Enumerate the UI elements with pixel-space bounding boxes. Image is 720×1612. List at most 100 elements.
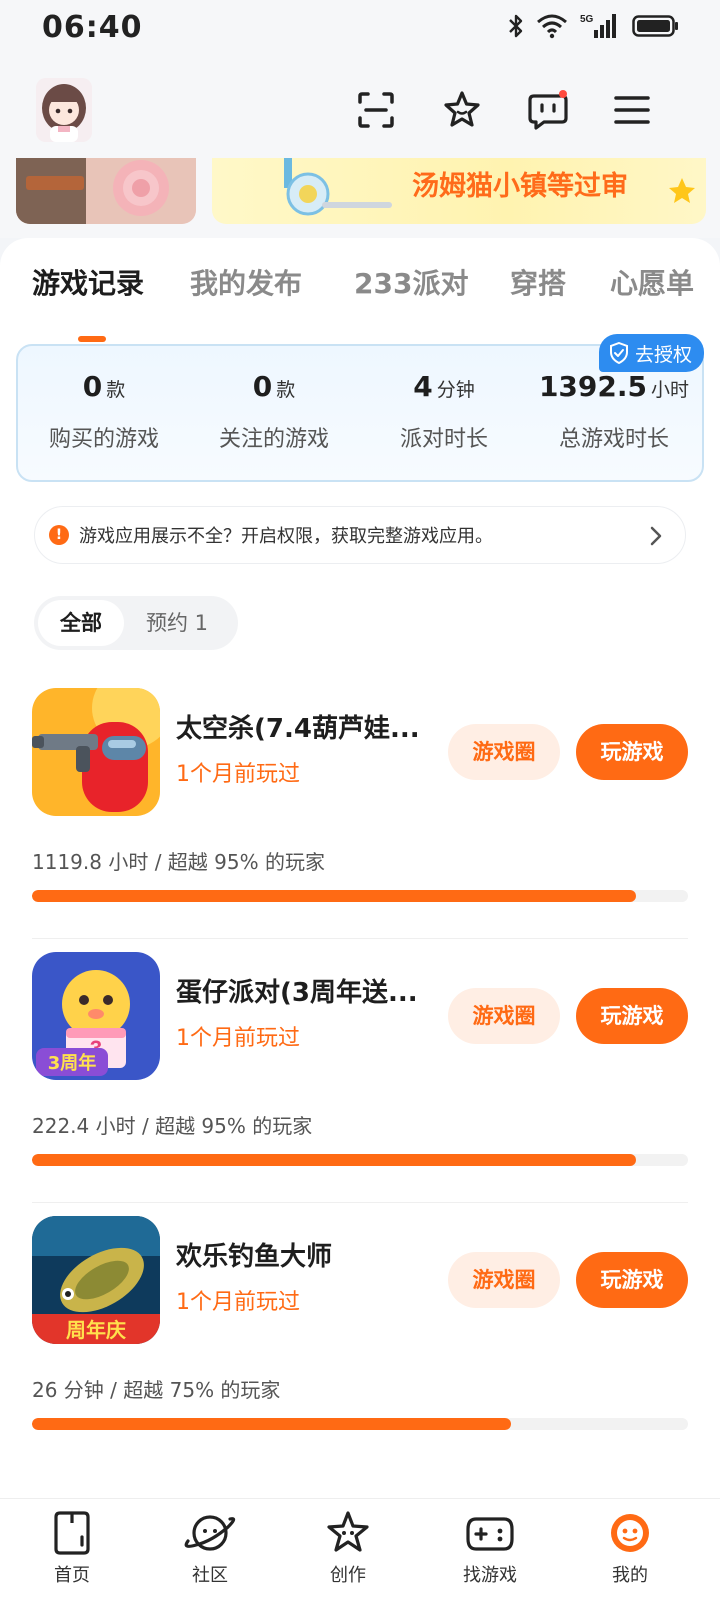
nav-home[interactable]: 首页 <box>22 1509 122 1587</box>
game-icon-fishing-master[interactable]: 周年庆 <box>32 1216 160 1344</box>
tab-outfits[interactable]: 穿搭 <box>510 262 566 302</box>
stat-unit: 款 <box>276 379 296 401</box>
stat-label: 总游戏时长 <box>558 427 669 452</box>
divider <box>32 938 688 939</box>
stat-party-duration[interactable]: 4 分钟 派对时长 <box>358 370 530 453</box>
top-bar <box>0 58 720 158</box>
game-item: 周年庆 欢乐钓鱼大师 1个月前玩过 游戏圈 玩游戏 26 分钟 / 超越 75%… <box>0 1216 720 1480</box>
play-progress-fill <box>32 1154 636 1166</box>
chevron-right-icon <box>650 526 662 546</box>
nav-label: 创作 <box>330 1565 366 1586</box>
stat-unit: 分钟 <box>436 379 475 401</box>
game-circle-button[interactable]: 游戏圈 <box>448 1252 560 1308</box>
stats-panel: 去授权 0款 购买的游戏 0款 关注的游戏 4 分钟 派对时长 1392.5 小时 … <box>16 334 704 482</box>
play-game-button[interactable]: 玩游戏 <box>576 988 688 1044</box>
tab-wishlist[interactable]: 心愿单 <box>610 262 694 302</box>
game-item: 太空杀(7.4葫芦娃... 1个月前玩过 游戏圈 玩游戏 1119.8 小时 /… <box>0 688 720 952</box>
filter-all[interactable]: 全部 <box>38 600 124 646</box>
nav-label: 找游戏 <box>463 1565 517 1586</box>
play-progress-track <box>32 1418 688 1430</box>
star-create-icon <box>327 1511 369 1552</box>
game-circle-button[interactable]: 游戏圈 <box>448 724 560 780</box>
stat-purchased-games[interactable]: 0款 购买的游戏 <box>18 370 190 453</box>
battery-icon <box>632 15 678 37</box>
nav-mine[interactable]: 我的 <box>580 1509 680 1587</box>
game-icon-space-kill[interactable] <box>32 688 160 816</box>
stat-value: 1392.5 <box>538 370 648 403</box>
permission-notice[interactable]: ! 游戏应用展示不全？开启权限，获取完整游戏应用。 <box>34 506 686 564</box>
stat-total-play-time[interactable]: 1392.5 小时 总游戏时长 <box>528 370 700 453</box>
game-last-played: 1个月前玩过 <box>176 1026 300 1051</box>
nav-community[interactable]: 社区 <box>160 1509 260 1587</box>
banner-left-image[interactable] <box>16 158 196 224</box>
record-filter: 全部 预约 1 <box>34 596 238 650</box>
play-progress-track <box>32 890 688 902</box>
stat-label: 派对时长 <box>399 427 488 452</box>
play-game-button[interactable]: 玩游戏 <box>576 724 688 780</box>
authorize-badge[interactable]: 去授权 <box>598 334 704 372</box>
stat-value: 4 <box>413 370 433 403</box>
planet-icon <box>184 1515 236 1551</box>
tab-my-posts[interactable]: 我的发布 <box>190 262 302 302</box>
active-tab-indicator <box>78 336 106 342</box>
avatar[interactable] <box>36 78 92 142</box>
stat-followed-games[interactable]: 0款 关注的游戏 <box>188 370 360 453</box>
home-icon <box>54 1511 90 1555</box>
authorize-label: 去授权 <box>634 343 692 366</box>
nav-label: 社区 <box>192 1565 228 1586</box>
main-content: 游戏记录 我的发布 233派对 穿搭 心愿单 去授权 0款 购买的游戏 0款 关… <box>0 238 720 1498</box>
game-circle-button[interactable]: 游戏圈 <box>448 988 560 1044</box>
svg-text:周年庆: 周年庆 <box>66 1318 126 1342</box>
game-title[interactable]: 蛋仔派对(3周年送... <box>176 972 418 1009</box>
game-title[interactable]: 太空杀(7.4葫芦娃... <box>176 708 420 745</box>
bottom-navigation: 首页 社区 创作 找游戏 我的 <box>0 1498 720 1612</box>
tab-game-records[interactable]: 游戏记录 <box>32 262 144 302</box>
shield-check-icon <box>609 342 628 364</box>
filter-reserved[interactable]: 预约 1 <box>146 596 208 650</box>
play-game-button[interactable]: 玩游戏 <box>576 1252 688 1308</box>
unread-dot <box>559 90 567 98</box>
play-progress-fill <box>32 890 636 902</box>
game-last-played: 1个月前玩过 <box>176 762 300 787</box>
stat-label: 购买的游戏 <box>48 427 159 452</box>
game-title[interactable]: 欢乐钓鱼大师 <box>176 1236 332 1273</box>
banner-right-ad[interactable]: 汤姆猫小镇等过审 <box>212 158 706 224</box>
tab-233-party[interactable]: 233派对 <box>354 262 468 302</box>
game-play-stat: 1119.8 小时 / 超越 95% 的玩家 <box>32 850 325 874</box>
play-progress-track <box>32 1154 688 1166</box>
wifi-icon <box>537 14 567 39</box>
play-progress-fill <box>32 1418 511 1430</box>
game-item: 3 3周年 蛋仔派对(3周年送... 1个月前玩过 游戏圈 玩游戏 222.4 … <box>0 952 720 1216</box>
message-icon[interactable] <box>526 88 570 132</box>
stat-value: 0 <box>82 370 103 403</box>
stat-value: 0 <box>252 370 273 403</box>
game-play-stat: 26 分钟 / 超越 75% 的玩家 <box>32 1378 281 1402</box>
status-bar: 06:40 5G <box>0 0 720 58</box>
gamepad-icon <box>466 1517 514 1551</box>
status-icons: 5G <box>508 12 680 40</box>
notice-text: 游戏应用展示不全？开启权限，获取完整游戏应用。 <box>79 526 493 547</box>
signal-5g-icon: 5G <box>580 14 616 38</box>
stat-label: 关注的游戏 <box>218 427 329 452</box>
game-last-played: 1个月前玩过 <box>176 1290 300 1315</box>
menu-icon[interactable] <box>610 88 654 132</box>
nav-create[interactable]: 创作 <box>298 1509 398 1587</box>
profile-face-icon <box>611 1514 649 1552</box>
divider <box>32 1202 688 1203</box>
banner-text: 汤姆猫小镇等过审 <box>412 171 628 202</box>
banner-strip: 汤姆猫小镇等过审 <box>0 158 720 238</box>
stat-unit: 款 <box>106 379 126 401</box>
bluetooth-icon <box>509 14 523 38</box>
game-icon-eggy-party[interactable]: 3 3周年 <box>32 952 160 1080</box>
nav-find-games[interactable]: 找游戏 <box>440 1509 540 1587</box>
nav-label: 我的 <box>612 1565 648 1586</box>
alert-icon: ! <box>49 525 69 545</box>
nav-label: 首页 <box>54 1565 90 1586</box>
profile-tabs: 游戏记录 我的发布 233派对 穿搭 心愿单 <box>0 262 720 342</box>
svg-text:3周年: 3周年 <box>48 1052 97 1074</box>
stat-unit: 小时 <box>651 379 690 401</box>
game-play-stat: 222.4 小时 / 超越 95% 的玩家 <box>32 1114 313 1138</box>
scan-icon[interactable] <box>354 88 398 132</box>
svg-text:5G: 5G <box>580 14 594 25</box>
star-icon[interactable] <box>440 88 484 132</box>
